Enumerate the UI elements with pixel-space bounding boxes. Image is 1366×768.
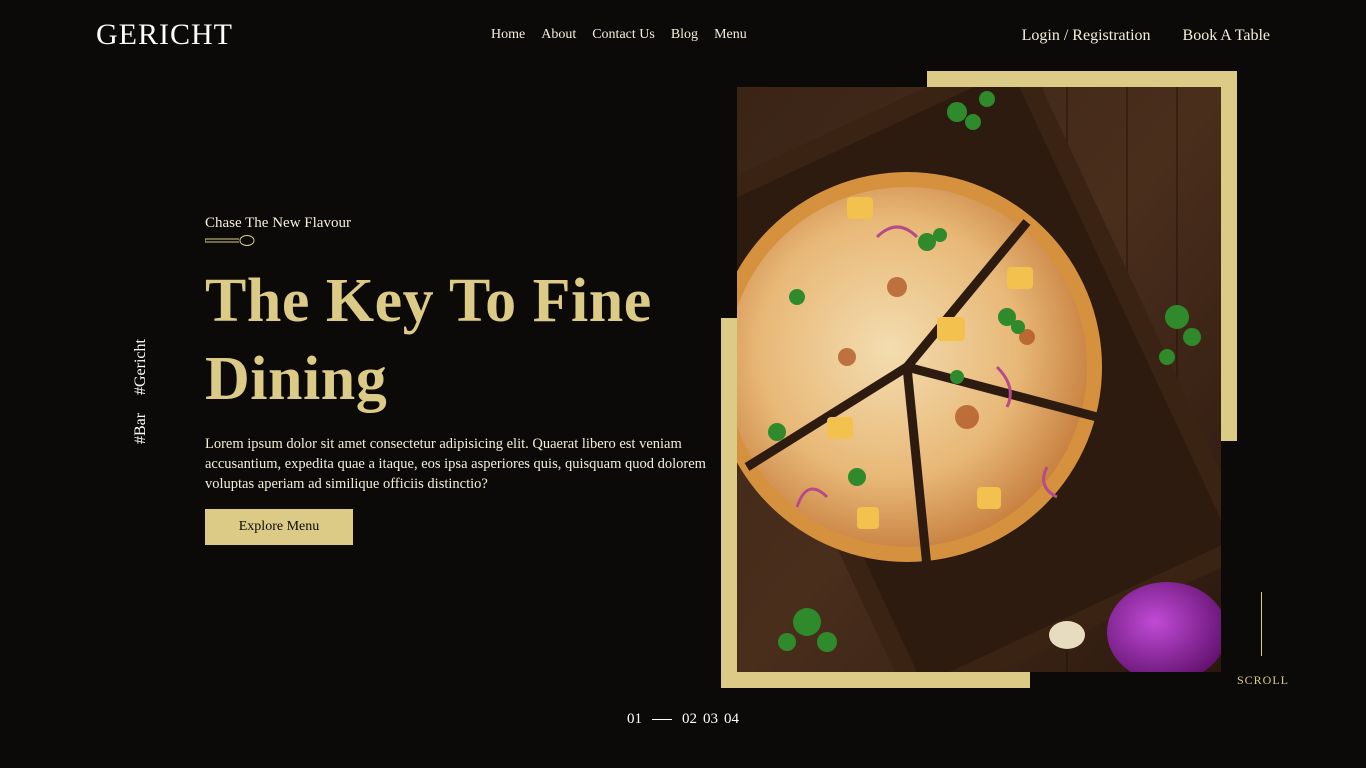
logo[interactable]: GERICHT	[96, 18, 233, 52]
slide-pager: 01 02 03 04	[627, 711, 739, 728]
pager-03[interactable]: 03	[703, 711, 718, 728]
auth-links: Login / Registration Book A Table	[1022, 27, 1270, 45]
hero-title: The Key To Fine Dining	[205, 262, 715, 418]
scroll-label[interactable]: SCROLL	[1237, 673, 1289, 688]
hero-title-line1: The Key To Fine	[205, 267, 652, 335]
explore-menu-button[interactable]: Explore Menu	[205, 509, 353, 545]
hero-subtitle: Chase The New Flavour	[205, 215, 351, 231]
book-table-link[interactable]: Book A Table	[1183, 27, 1270, 45]
spoon-icon	[205, 235, 255, 246]
scroll-line	[1261, 592, 1262, 656]
pager-02[interactable]: 02	[682, 711, 697, 728]
nav-home[interactable]: Home	[491, 27, 525, 43]
tag-gericht[interactable]: #Gericht	[132, 339, 150, 395]
nav-menu[interactable]: Menu	[714, 27, 747, 43]
nav-contact[interactable]: Contact Us	[592, 27, 655, 43]
nav-blog[interactable]: Blog	[671, 27, 698, 43]
side-tags: #Bar #Gericht	[132, 318, 150, 444]
tag-bar[interactable]: #Bar	[132, 413, 150, 444]
login-registration-link[interactable]: Login / Registration	[1022, 27, 1151, 45]
hero-description: Lorem ipsum dolor sit amet consectetur a…	[205, 436, 706, 492]
nav-about[interactable]: About	[541, 27, 576, 43]
pager-active-dash	[652, 719, 672, 720]
hero-title-line2: Dining	[205, 345, 388, 413]
main-nav: Home About Contact Us Blog Menu	[491, 27, 747, 43]
pizza-photo	[737, 87, 1221, 672]
pager-04[interactable]: 04	[724, 711, 739, 728]
pager-01[interactable]: 01	[627, 711, 642, 728]
